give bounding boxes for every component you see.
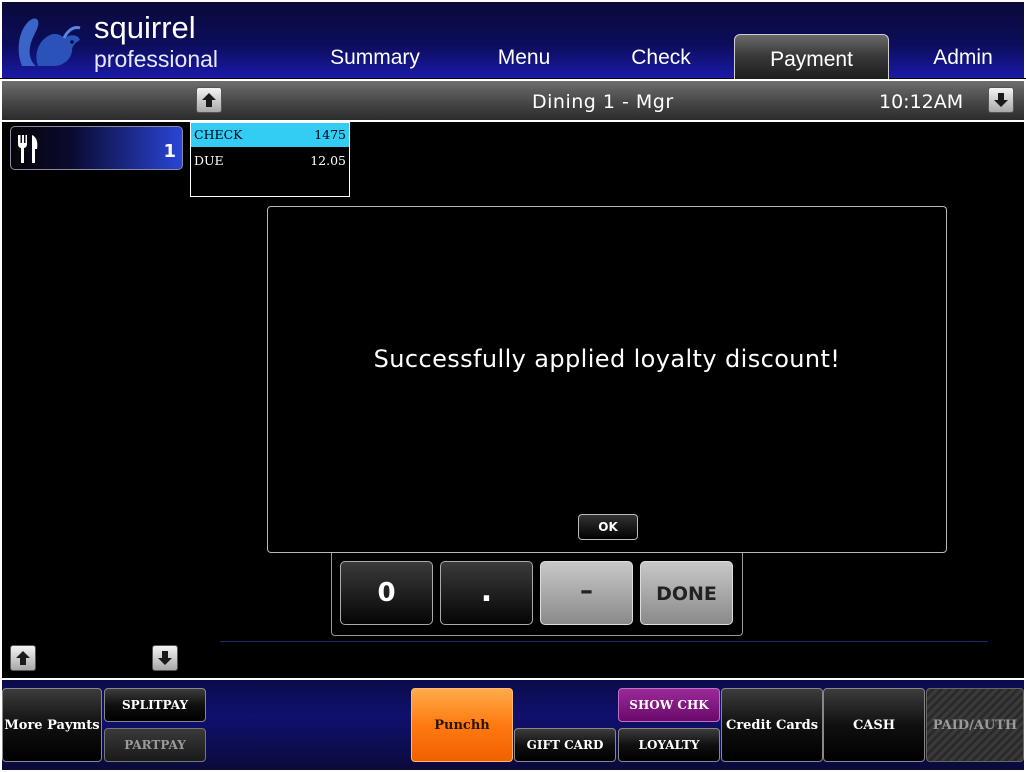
fork-knife-icon [18, 135, 38, 163]
paid-auth-button[interactable]: PAID/AUTH [926, 688, 1024, 762]
payment-footer: More Paymts SPLITPAY PARTPAY Punchh GIFT… [0, 678, 1026, 772]
status-bar: Dining 1 - Mgr 10:12AM [0, 79, 1026, 122]
due-label: DUE [194, 153, 224, 168]
station-title: Dining 1 - Mgr [532, 91, 674, 113]
divider [220, 641, 988, 642]
clock-time: 10:12AM [879, 91, 964, 113]
arrow-up-icon [16, 651, 30, 665]
gift-card-button[interactable]: GIFT CARD [514, 728, 616, 762]
check-number: 1475 [314, 127, 346, 142]
key-minus[interactable]: – [540, 561, 633, 625]
table-number: 1 [163, 141, 176, 162]
scroll-down-button[interactable] [988, 87, 1014, 113]
credit-cards-button[interactable]: Credit Cards [721, 688, 823, 762]
tab-check[interactable]: Check [629, 46, 693, 70]
show-check-button[interactable]: SHOW CHK [618, 688, 720, 722]
logo-text-professional: professional [94, 46, 219, 72]
due-row: DUE 12.05 [191, 147, 349, 171]
key-done[interactable]: DONE [640, 561, 733, 625]
arrow-down-icon [994, 93, 1008, 107]
tab-menu[interactable]: Menu [496, 46, 552, 70]
list-scroll-up-button[interactable] [10, 645, 36, 671]
more-payments-button[interactable]: More Paymts [2, 688, 102, 762]
logo-text-squirrel: squirrel [94, 10, 196, 45]
check-summary[interactable]: CHECK 1475 DUE 12.05 [190, 122, 350, 197]
arrow-down-icon [158, 651, 172, 665]
keypad: 0 . – DONE [331, 553, 743, 636]
loyalty-button[interactable]: LOYALTY [618, 728, 720, 762]
table-button[interactable]: 1 [10, 126, 183, 170]
key-decimal[interactable]: . [440, 561, 533, 625]
splitpay-button[interactable]: SPLITPAY [104, 688, 206, 722]
arrow-up-icon [202, 93, 216, 107]
due-amount: 12.05 [310, 153, 346, 168]
squirrel-logo-icon [18, 18, 81, 66]
punchh-button[interactable]: Punchh [411, 688, 513, 762]
key-zero[interactable]: 0 [340, 561, 433, 625]
cash-button[interactable]: CASH [823, 688, 925, 762]
list-scroll-down-button[interactable] [152, 645, 178, 671]
check-number-row: CHECK 1475 [191, 123, 349, 147]
tab-summary[interactable]: Summary [330, 46, 420, 70]
ok-button[interactable]: OK [578, 514, 638, 540]
message-dialog: Successfully applied loyalty discount! O… [267, 206, 947, 553]
check-label: CHECK [194, 127, 243, 142]
tab-payment[interactable]: Payment [734, 34, 889, 80]
scroll-up-button[interactable] [196, 87, 222, 113]
tab-admin[interactable]: Admin [932, 46, 994, 70]
top-navigation-bar: squirrel professional Summary Menu Check… [0, 0, 1026, 80]
dialog-message: Successfully applied loyalty discount! [373, 345, 841, 373]
partpay-button[interactable]: PARTPAY [104, 728, 206, 762]
main-panel: 1 CHECK 1475 DUE 12.05 Successfully appl… [0, 122, 1026, 678]
